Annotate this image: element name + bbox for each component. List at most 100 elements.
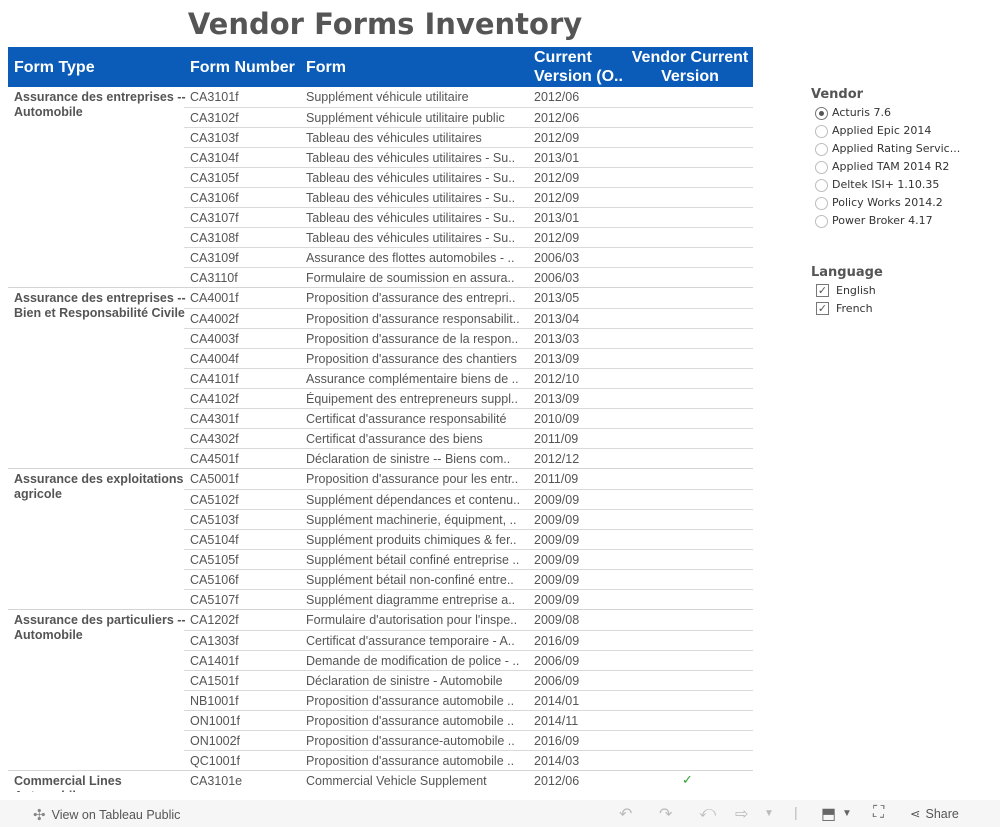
form-name-cell: Certificat d'assurance des biens [306, 432, 483, 446]
language-option[interactable]: ✓ French [811, 301, 1000, 319]
form-name-cell: Formulaire d'autorisation pour l'inspe.. [306, 613, 518, 627]
table-row[interactable]: CA1202f Formulaire d'autorisation pour l'… [184, 610, 753, 630]
table-row[interactable]: CA5107f Supplément diagramme entreprise a… [184, 589, 753, 609]
table-row[interactable]: CA4001f Proposition d'assurance des entre… [184, 288, 753, 308]
table-row[interactable]: CA3104f Tableau des véhicules utilitaires… [184, 147, 753, 167]
table-row[interactable]: CA5102f Supplément dépendances et contenu… [184, 489, 753, 509]
vendor-option[interactable]: Power Broker 4.17 [811, 213, 1000, 231]
table-row[interactable]: CA4004f Proposition d'assurance des chant… [184, 348, 753, 368]
refresh-icon[interactable]: ⇨ [735, 804, 748, 824]
download-dropdown-icon[interactable]: ▼ [842, 808, 852, 819]
download-icon[interactable]: ⬒ [821, 804, 836, 824]
vendor-option-label: Power Broker 4.17 [832, 214, 933, 227]
form-name-cell: Supplément machinerie, équipment, .. [306, 513, 517, 527]
radio-button[interactable] [815, 215, 828, 228]
table-row[interactable]: NB1001f Proposition d'assurance automobil… [184, 690, 753, 710]
redo-icon[interactable]: ↷ [659, 804, 672, 824]
vendor-option[interactable]: Policy Works 2014.2 [811, 195, 1000, 213]
table-row[interactable]: CA4301f Certificat d'assurance responsabi… [184, 408, 753, 428]
dropdown-icon[interactable]: ▼ [764, 808, 774, 819]
vendor-option[interactable]: Applied Epic 2014 [811, 123, 1000, 141]
table-row[interactable]: CA3101f Supplément véhicule utilitaire 201… [184, 87, 753, 107]
table-row[interactable]: CA4002f Proposition d'assurance responsab… [184, 308, 753, 328]
form-name-cell: Proposition d'assurance pour les entr.. [306, 472, 519, 486]
radio-button[interactable] [815, 161, 828, 174]
language-filter-title: Language [811, 265, 883, 280]
header-current-version[interactable]: Current Version (O.. [534, 48, 626, 86]
radio-button[interactable] [815, 179, 828, 192]
current-version-cell: 2012/09 [534, 191, 580, 205]
header-form-number[interactable]: Form Number [190, 58, 295, 77]
table-row[interactable]: CA5105f Supplément bétail confiné entrepr… [184, 549, 753, 569]
table-row[interactable]: CA5001f Proposition d'assurance pour les … [184, 469, 753, 489]
table-row[interactable]: ON1002f Proposition d'assurance-automobil… [184, 730, 753, 750]
form-type-label[interactable]: Assurance des entreprises -- Automobile [14, 90, 186, 120]
vendor-option[interactable]: Applied TAM 2014 R2 [811, 159, 1000, 177]
undo-icon[interactable]: ↶ [619, 804, 632, 824]
form-number-cell: QC1001f [190, 754, 241, 768]
header-vendor-current-version[interactable]: Vendor Current Version [628, 48, 752, 86]
header-form-type[interactable]: Form Type [14, 58, 95, 77]
table-row[interactable]: CA3107f Tableau des véhicules utilitaires… [184, 207, 753, 227]
table-row[interactable]: CA1501f Déclaration de sinistre - Automob… [184, 670, 753, 690]
radio-button[interactable] [815, 197, 828, 210]
table-row[interactable]: CA4501f Déclaration de sinistre -- Biens … [184, 448, 753, 468]
current-version-cell: 2012/09 [534, 131, 580, 145]
form-number-cell: CA1401f [190, 654, 239, 668]
table-row[interactable]: QC1001f Proposition d'assurance automobil… [184, 750, 753, 770]
table-row[interactable]: CA3103f Tableau des véhicules utilitaires… [184, 127, 753, 147]
table-row[interactable]: CA5106f Supplément bétail non-confiné ent… [184, 569, 753, 589]
table-row[interactable]: CA1401f Demande de modification de police… [184, 650, 753, 670]
fullscreen-icon[interactable]: ⛶ [873, 804, 884, 822]
current-version-cell: 2009/09 [534, 493, 580, 507]
table-row[interactable]: CA3110f Formulaire de soumission en assur… [184, 267, 753, 287]
current-version-cell: 2013/09 [534, 392, 580, 406]
checkbox[interactable]: ✓ [816, 284, 829, 297]
current-version-cell: 2009/09 [534, 533, 580, 547]
current-version-cell: 2016/09 [534, 634, 580, 648]
table-row[interactable]: CA3101e Commercial Vehicle Supplement 2012… [184, 771, 753, 791]
form-name-cell: Proposition d'assurance responsabilit.. [306, 312, 520, 326]
current-version-cell: 2013/01 [534, 151, 580, 165]
current-version-cell: 2012/09 [534, 231, 580, 245]
vendor-option[interactable]: Applied Rating Servic... [811, 141, 1000, 159]
table-row[interactable]: CA3102f Supplément véhicule utilitaire pu… [184, 107, 753, 127]
current-version-cell: 2012/12 [534, 452, 580, 466]
table-row[interactable]: CA4102f Équipement des entrepreneurs supp… [184, 388, 753, 408]
vendor-current-check: ✓ [682, 772, 693, 787]
table-row[interactable]: CA5104f Supplément produits chimiques & f… [184, 529, 753, 549]
form-name-cell: Proposition d'assurance des chantiers [306, 352, 517, 366]
language-option[interactable]: ✓ English [811, 283, 1000, 301]
form-name-cell: Demande de modification de police - .. [306, 654, 520, 668]
radio-button[interactable] [815, 107, 828, 120]
checkbox[interactable]: ✓ [816, 302, 829, 315]
table-row[interactable]: CA3105f Tableau des véhicules utilitaires… [184, 167, 753, 187]
revert-icon[interactable]: ⤺ [699, 804, 716, 822]
table-row[interactable]: CA5103f Supplément machinerie, équipment,… [184, 509, 753, 529]
table-row[interactable]: CA4101f Assurance complémentaire biens de… [184, 368, 753, 388]
table-row[interactable]: CA3106f Tableau des véhicules utilitaires… [184, 187, 753, 207]
header-form[interactable]: Form [306, 58, 346, 77]
vendor-option[interactable]: Acturis 7.6 [811, 105, 1000, 123]
table-row[interactable]: CA3109f Assurance des flottes automobiles… [184, 247, 753, 267]
form-number-cell: CA5104f [190, 533, 239, 547]
form-type-label[interactable]: Assurance des exploitations agricole [14, 472, 186, 502]
table-row[interactable]: CA3108f Tableau des véhicules utilitaires… [184, 227, 753, 247]
form-number-cell: CA5102f [190, 493, 239, 507]
vendor-option[interactable]: Deltek ISI+ 1.10.35 [811, 177, 1000, 195]
current-version-cell: 2012/09 [534, 171, 580, 185]
form-type-label[interactable]: Assurance des particuliers -- Automobile [14, 613, 186, 643]
table-row[interactable]: CA4302f Certificat d'assurance des biens 2… [184, 428, 753, 448]
table-row[interactable]: CA4003f Proposition d'assurance de la res… [184, 328, 753, 348]
form-type-label[interactable]: Assurance des entreprises -- Bien et Res… [14, 291, 186, 321]
vendor-filter-title: Vendor [811, 87, 864, 102]
radio-button[interactable] [815, 143, 828, 156]
form-name-cell: Commercial Vehicle Supplement [306, 774, 487, 788]
table-row[interactable]: ON1001f Proposition d'assurance automobil… [184, 710, 753, 730]
share-button[interactable]: ⋖ Share [910, 806, 959, 822]
radio-button[interactable] [815, 125, 828, 138]
form-type-label[interactable]: Commercial Lines Automobile [14, 774, 186, 792]
table-row[interactable]: CA1303f Certificat d'assurance temporaire… [184, 630, 753, 650]
view-on-tableau-public-link[interactable]: ✣ View on Tableau Public [33, 806, 180, 824]
form-number-cell: CA3108f [190, 231, 239, 245]
